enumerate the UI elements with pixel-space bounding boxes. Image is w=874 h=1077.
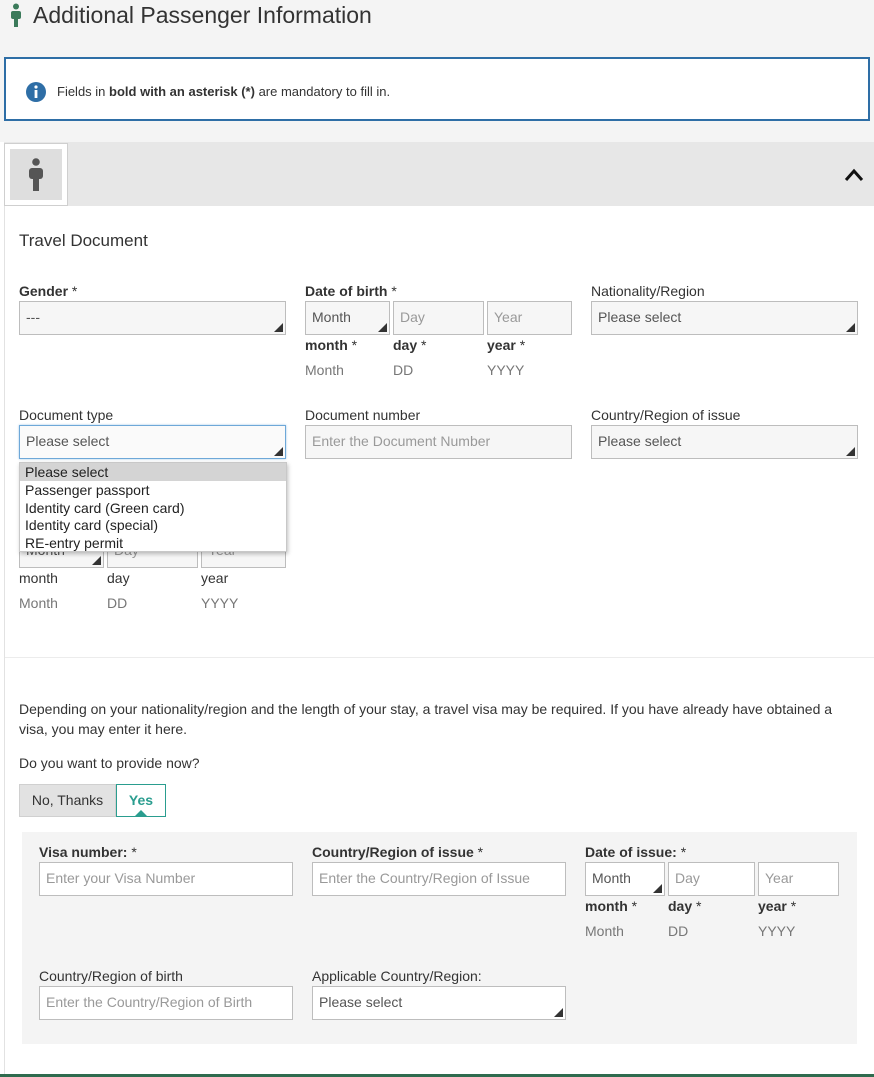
- expiry-day-label: day: [107, 570, 130, 586]
- dropdown-option[interactable]: RE-entry permit: [20, 534, 286, 552]
- document-type-select[interactable]: Please select: [19, 425, 286, 459]
- visa-date-issue-label: Date of issue: *: [585, 844, 687, 860]
- dropdown-option[interactable]: Passenger passport: [20, 481, 286, 499]
- dob-day-input[interactable]: Day: [393, 301, 484, 335]
- visa-issue-year-input[interactable]: Year: [758, 862, 839, 896]
- passenger-header[interactable]: [4, 142, 874, 207]
- dob-day-hint: DD: [393, 362, 414, 378]
- applicable-country-select[interactable]: Please select: [312, 986, 566, 1020]
- dob-month-select[interactable]: Month: [305, 301, 390, 335]
- no-thanks-button[interactable]: No, Thanks: [19, 784, 116, 817]
- dob-year-input[interactable]: Year: [487, 301, 572, 335]
- document-number-input[interactable]: Enter the Document Number: [305, 425, 572, 459]
- nationality-select[interactable]: Please select: [591, 301, 858, 335]
- visa-number-label: Visa number: *: [39, 844, 137, 860]
- dob-year-hint: YYYY: [487, 362, 525, 378]
- visa-issue-month-hint: Month: [585, 923, 624, 939]
- expiry-month-hint: Month: [19, 595, 58, 611]
- applicable-country-label: Applicable Country/Region:: [312, 968, 482, 984]
- expiry-day-hint: DD: [107, 595, 128, 611]
- visa-issue-day-hint: DD: [668, 923, 689, 939]
- dropdown-option[interactable]: Please select: [20, 463, 286, 481]
- dob-month-hint: Month: [305, 362, 344, 378]
- expiry-year-label: year: [201, 570, 229, 586]
- yes-button-pointer: [134, 810, 148, 817]
- dob-day-label: day *: [393, 337, 427, 353]
- section-title-travel-document: Travel Document: [19, 231, 148, 250]
- dropdown-option[interactable]: Identity card (Green card): [20, 499, 286, 517]
- dob-year-label: year *: [487, 337, 526, 353]
- expiry-year-hint: YYYY: [201, 595, 239, 611]
- country-issue-select[interactable]: Please select: [591, 425, 858, 459]
- mandatory-info-bold: bold with an asterisk (*): [109, 84, 255, 99]
- info-icon: [26, 82, 46, 102]
- expiry-month-label: month: [19, 570, 58, 586]
- visa-issue-month-label: month *: [585, 898, 638, 914]
- person-icon: [11, 3, 21, 27]
- visa-issue-year-label: year *: [758, 898, 797, 914]
- chevron-up-icon[interactable]: [843, 165, 865, 185]
- section-divider: [5, 657, 874, 658]
- visa-issue-day-input[interactable]: Day: [668, 862, 755, 896]
- gender-select[interactable]: ---: [19, 301, 286, 335]
- document-number-label: Document number: [305, 407, 421, 423]
- country-birth-input[interactable]: Enter the Country/Region of Birth: [39, 986, 293, 1020]
- country-issue-label: Country/Region of issue: [591, 407, 741, 423]
- visa-issue-day-label: day *: [668, 898, 702, 914]
- gender-label: Gender *: [19, 283, 78, 299]
- document-type-dropdown: Please select Passenger passport Identit…: [19, 462, 287, 552]
- document-type-label: Document type: [19, 407, 114, 423]
- dropdown-option[interactable]: Identity card (special): [20, 516, 286, 534]
- visa-country-issue-label: Country/Region of issue *: [312, 844, 484, 860]
- mandatory-info-text: Fields in bold with an asterisk (*) are …: [57, 84, 391, 99]
- nationality-label: Nationality/Region: [591, 283, 705, 299]
- page-title: Additional Passenger Information: [33, 2, 372, 28]
- visa-info-paragraph: Depending on your nationality/region and…: [19, 701, 833, 737]
- visa-country-issue-input[interactable]: Enter the Country/Region of Issue: [312, 862, 566, 896]
- country-birth-label: Country/Region of birth: [39, 968, 183, 984]
- visa-question: Do you want to provide now?: [19, 755, 200, 771]
- visa-issue-year-hint: YYYY: [758, 923, 796, 939]
- visa-number-input[interactable]: Enter your Visa Number: [39, 862, 293, 896]
- visa-issue-month-select[interactable]: Month: [585, 862, 665, 896]
- dob-label: Date of birth *: [305, 283, 397, 299]
- person-icon: [29, 158, 43, 191]
- dob-month-label: month *: [305, 337, 358, 353]
